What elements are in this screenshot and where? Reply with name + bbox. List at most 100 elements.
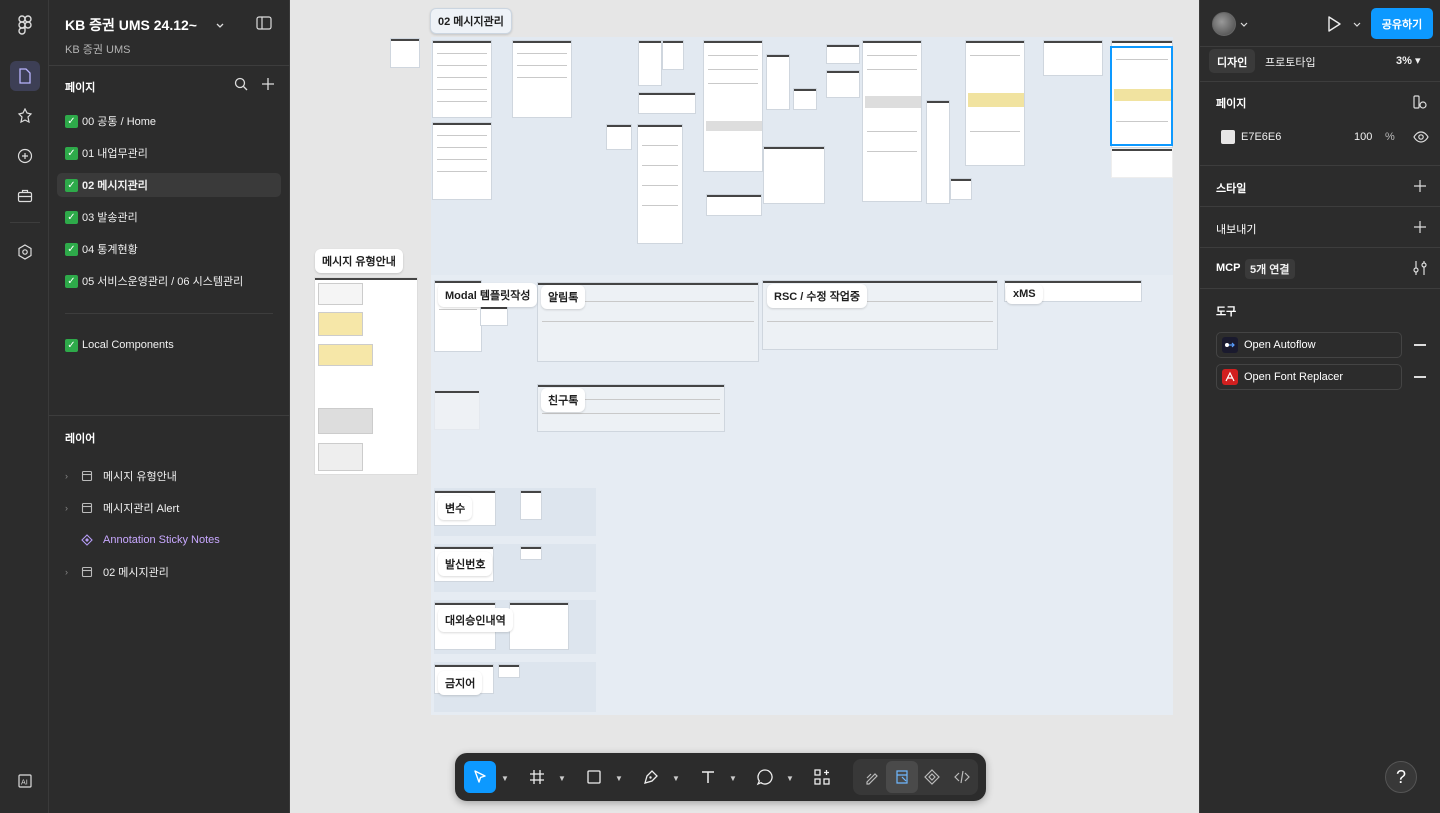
frame-thumb[interactable]	[432, 122, 492, 200]
frame-thumb[interactable]	[706, 194, 762, 216]
chevron-down-icon[interactable]	[215, 20, 225, 30]
frame-thumb[interactable]	[1043, 40, 1103, 76]
label-alimtalk[interactable]: 알림톡	[541, 285, 586, 309]
pen-tool-icon[interactable]	[635, 761, 667, 793]
frame-thumb[interactable]	[520, 490, 542, 520]
actions-tool-icon[interactable]	[806, 761, 838, 793]
label-banned-words[interactable]: 금지어	[438, 671, 483, 695]
frame-thumb[interactable]	[793, 88, 817, 110]
page-item-00[interactable]: ✓ 00 공통 / Home	[57, 109, 281, 133]
frame-thumb[interactable]	[606, 124, 632, 150]
chevron-down-icon[interactable]: ▼	[729, 774, 737, 783]
label-external-approval[interactable]: 대외승인내역	[438, 608, 513, 632]
page-opacity[interactable]: 100	[1354, 131, 1372, 143]
page-item-04[interactable]: ✓ 04 통계현황	[57, 237, 281, 261]
share-button[interactable]: 공유하기	[1371, 8, 1433, 39]
section-label-02-message[interactable]: 02 메시지관리	[430, 8, 512, 34]
frame-thumb[interactable]	[498, 664, 520, 678]
chevron-down-icon[interactable]: ▼	[672, 774, 680, 783]
zoom-level[interactable]: 3% ▾	[1396, 54, 1420, 67]
design-mode-icon[interactable]	[886, 761, 918, 793]
plugin-open-font-replacer[interactable]: Open Font Replacer	[1216, 364, 1402, 390]
settings-icon[interactable]	[10, 237, 40, 267]
page-color-hex[interactable]: E7E6E6	[1241, 131, 1281, 143]
label-message-type-guide[interactable]: 메시지 유형안내	[315, 249, 403, 273]
frame-thumb[interactable]	[703, 40, 763, 172]
avatar[interactable]	[1212, 12, 1236, 36]
layer-item[interactable]: › 메시지관리 Alert	[65, 496, 275, 520]
component-mode-icon[interactable]	[916, 761, 948, 793]
layer-item[interactable]: Annotation Sticky Notes	[65, 528, 275, 552]
font-icon[interactable]: AI	[10, 766, 40, 796]
frame-thumb[interactable]	[950, 178, 972, 200]
chevron-down-icon[interactable]: ▼	[501, 774, 509, 783]
frame-thumb[interactable]	[638, 92, 696, 114]
frame-thumb[interactable]	[509, 602, 569, 650]
frame-thumb[interactable]	[1111, 148, 1173, 178]
toggle-sidebar-icon[interactable]	[256, 16, 272, 35]
help-button[interactable]: ?	[1385, 761, 1417, 793]
label-rsc[interactable]: RSC / 수정 작업중	[767, 284, 868, 308]
move-tool-icon[interactable]	[464, 761, 496, 793]
frame-tool-icon[interactable]	[521, 761, 553, 793]
frame-thumb[interactable]	[926, 100, 950, 204]
frame-thumb[interactable]	[826, 44, 860, 64]
selection-box[interactable]	[1110, 46, 1173, 146]
eye-icon[interactable]	[1413, 130, 1429, 144]
add-style-icon[interactable]	[1412, 178, 1428, 194]
page-item-local-components[interactable]: ✓ Local Components	[57, 333, 281, 357]
rectangle-tool-icon[interactable]	[578, 761, 610, 793]
frame-thumb[interactable]	[763, 146, 825, 204]
remove-plugin-icon[interactable]	[1414, 344, 1426, 346]
chevron-down-icon[interactable]	[1353, 20, 1361, 28]
add-icon[interactable]	[10, 141, 40, 171]
frame-thumb[interactable]	[390, 38, 420, 68]
frame-thumb[interactable]	[638, 40, 662, 86]
chevron-right-icon[interactable]: ›	[65, 567, 77, 577]
mcp-settings-icon[interactable]	[1412, 260, 1428, 276]
present-play-icon[interactable]	[1325, 15, 1343, 33]
label-variable[interactable]: 변수	[438, 496, 473, 520]
chevron-right-icon[interactable]: ›	[65, 471, 77, 481]
frame-thumb[interactable]	[520, 546, 542, 560]
file-pages-icon[interactable]	[10, 61, 40, 91]
text-tool-icon[interactable]	[692, 761, 724, 793]
label-sender-number[interactable]: 발신번호	[438, 552, 493, 576]
frame-thumb[interactable]	[662, 40, 684, 70]
chevron-down-icon[interactable]: ▼	[615, 774, 623, 783]
mcp-connection-badge[interactable]: 5개 연결	[1245, 259, 1295, 279]
comment-tool-icon[interactable]	[749, 761, 781, 793]
remove-plugin-icon[interactable]	[1414, 376, 1426, 378]
page-item-03[interactable]: ✓ 03 발송관리	[57, 205, 281, 229]
chevron-down-icon[interactable]	[1240, 20, 1248, 28]
frame-thumb[interactable]	[432, 40, 492, 118]
dev-mode-icon[interactable]	[946, 761, 978, 793]
page-color-swatch[interactable]	[1221, 130, 1235, 144]
layer-item[interactable]: › 02 메시지관리	[65, 560, 275, 584]
design-canvas[interactable]: 02 메시지관리 메시지 유형안내 Modal 템플릿작성 알림톡 RSC / …	[290, 0, 1199, 813]
page-item-05[interactable]: ✓ 05 서비스운영관리 / 06 시스템관리	[57, 269, 281, 293]
frame-thumb[interactable]	[862, 40, 922, 202]
frame-thumb[interactable]	[766, 54, 790, 110]
page-item-01[interactable]: ✓ 01 내업무관리	[57, 141, 281, 165]
tab-design[interactable]: 디자인	[1209, 49, 1256, 73]
frame-thumb[interactable]	[826, 70, 860, 98]
search-icon[interactable]	[234, 77, 248, 96]
file-title[interactable]: KB 증권 UMS 24.12~	[65, 15, 225, 35]
plugin-open-autoflow[interactable]: Open Autoflow	[1216, 332, 1402, 358]
frame-thumb[interactable]	[637, 124, 683, 244]
frame-thumb[interactable]	[512, 40, 572, 118]
frame-thumb[interactable]	[480, 306, 508, 326]
add-page-icon[interactable]	[261, 77, 275, 96]
add-export-icon[interactable]	[1412, 219, 1428, 235]
figma-logo-icon[interactable]	[10, 10, 40, 40]
label-modal-template[interactable]: Modal 템플릿작성	[438, 283, 538, 307]
draw-mode-icon[interactable]	[856, 761, 888, 793]
message-type-guide-frame[interactable]	[314, 277, 418, 475]
chevron-down-icon[interactable]: ▼	[558, 774, 566, 783]
page-item-02[interactable]: ✓ 02 메시지관리	[57, 173, 281, 197]
chevron-down-icon[interactable]: ▼	[786, 774, 794, 783]
label-friendtalk[interactable]: 친구톡	[541, 388, 586, 412]
layer-item[interactable]: › 메시지 유형안내	[65, 464, 275, 488]
tab-prototype[interactable]: 프로토타입	[1257, 49, 1324, 73]
